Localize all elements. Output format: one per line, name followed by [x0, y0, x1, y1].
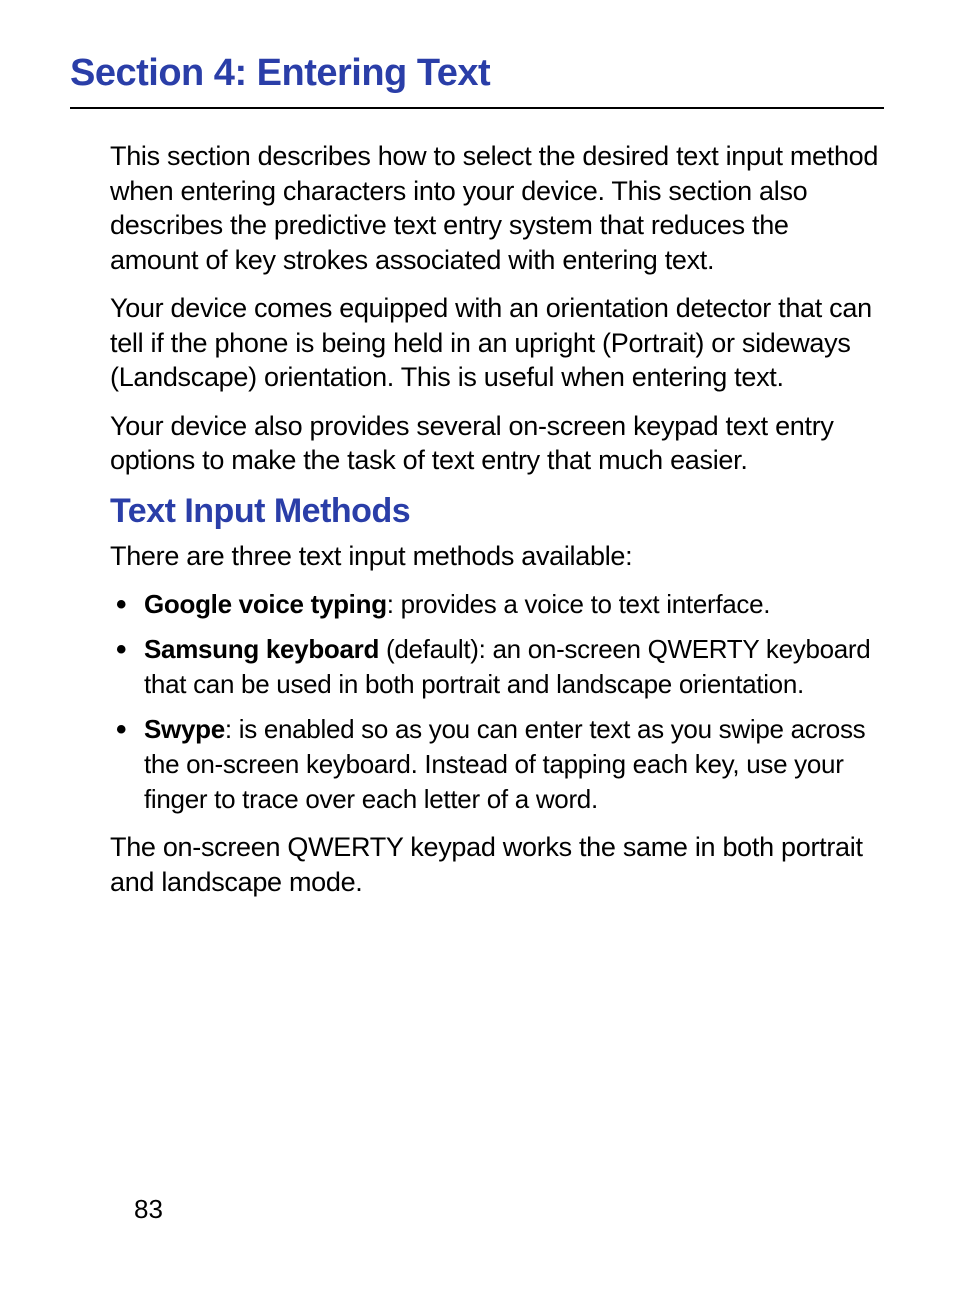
list-item-rest: : is enabled so as you can enter text as…: [144, 714, 865, 814]
list-item: Samsung keyboard (default): an on-screen…: [110, 632, 884, 702]
list-item: Swype: is enabled so as you can enter te…: [110, 712, 884, 816]
list-item-rest: : provides a voice to text interface.: [387, 589, 770, 619]
title-rule: [70, 107, 884, 109]
paragraph-intro-1: This section describes how to select the…: [110, 139, 884, 277]
bullet-list-methods: Google voice typing: provides a voice to…: [110, 587, 884, 816]
list-item-bold: Google voice typing: [144, 589, 387, 619]
list-item-bold: Samsung keyboard: [144, 634, 379, 664]
paragraph-intro-2: Your device comes equipped with an orien…: [110, 291, 884, 395]
list-item-bold: Swype: [144, 714, 225, 744]
section-title: Section 4: Entering Text: [70, 52, 884, 95]
paragraph-intro-3: Your device also provides several on-scr…: [110, 409, 884, 478]
paragraph-closing: The on-screen QWERTY keypad works the sa…: [110, 830, 884, 899]
list-item: Google voice typing: provides a voice to…: [110, 587, 884, 622]
sub-heading-text-input-methods: Text Input Methods: [110, 492, 884, 531]
paragraph-methods-intro: There are three text input methods avail…: [110, 539, 884, 574]
page-number: 83: [134, 1194, 163, 1225]
